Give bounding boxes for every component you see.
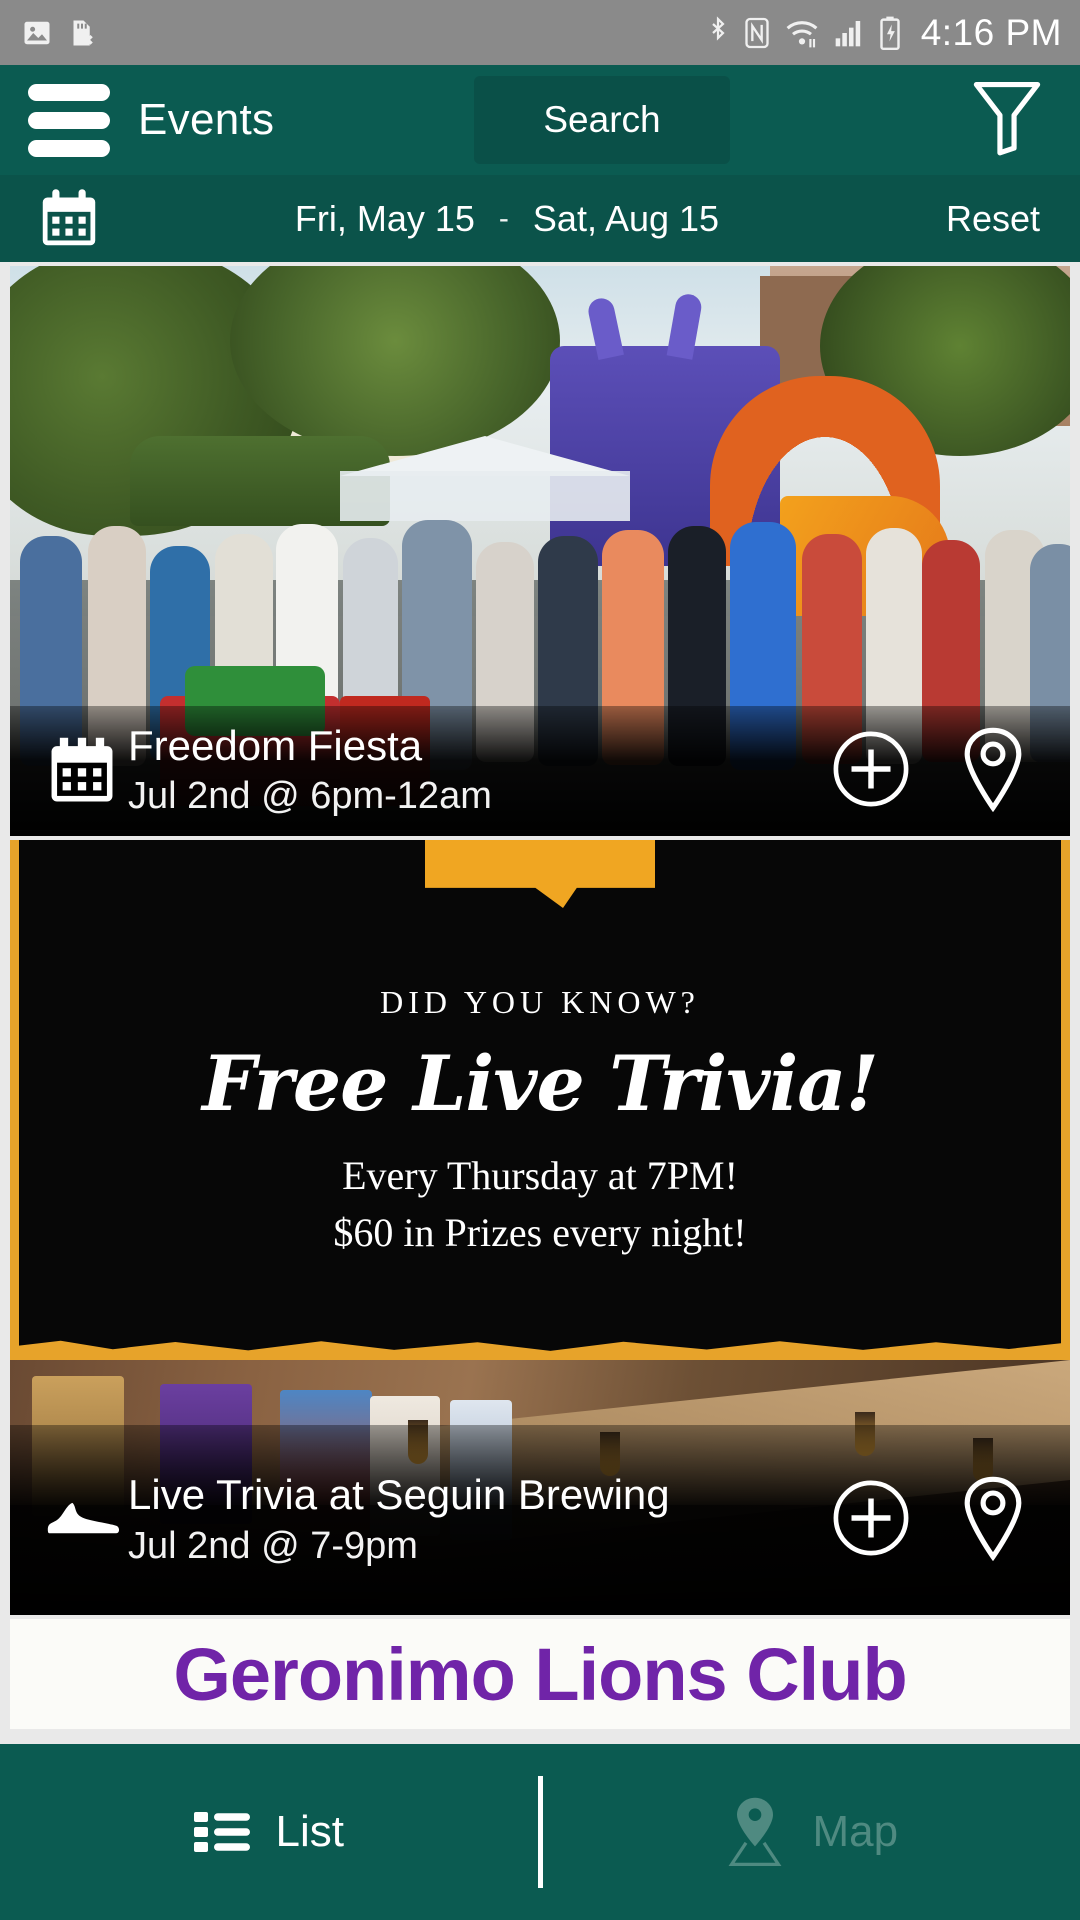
- start-date-label: Fri, May 15: [294, 197, 475, 239]
- cellular-signal-icon: [835, 20, 860, 46]
- event-photo-lions-club: Geronimo Lions Club: [10, 1619, 1070, 1729]
- poster-headline: Free Live Trivia!: [202, 1039, 879, 1128]
- event-card-geronimo-lions-club[interactable]: Geronimo Lions Club: [10, 1619, 1070, 1729]
- plus-circle-icon[interactable]: [832, 730, 910, 813]
- map-pin-icon: [729, 1797, 782, 1867]
- list-icon: [193, 1812, 250, 1852]
- wifi-icon: [786, 20, 818, 47]
- sneaker-icon: [36, 1496, 128, 1544]
- plus-circle-icon[interactable]: [832, 1479, 910, 1562]
- tab-list[interactable]: List: [0, 1744, 538, 1920]
- reset-button[interactable]: Reset: [946, 198, 1050, 240]
- event-text-block: Freedom Fiesta Jul 2nd @ 6pm-12am: [128, 721, 832, 821]
- map-pin-icon[interactable]: [954, 1475, 1032, 1566]
- poster-line-1: Every Thursday at 7PM!: [342, 1153, 738, 1198]
- event-actions: [832, 1475, 1044, 1566]
- status-bar-clock: 4:16 PM: [920, 11, 1062, 53]
- event-poster-trivia: DID YOU KNOW? Free Live Trivia! Every Th…: [10, 840, 1070, 1360]
- event-title: Freedom Fiesta: [128, 722, 423, 769]
- status-bar-right-icons: 4:16 PM: [706, 12, 1062, 54]
- end-date-label: Sat, Aug 15: [532, 197, 720, 239]
- nfc-icon: [745, 17, 769, 48]
- sd-card-removed-icon: [73, 20, 93, 45]
- date-separator: -: [498, 201, 509, 235]
- event-title: Live Trivia at Seguin Brewing: [128, 1471, 670, 1518]
- event-datetime: Jul 2nd @ 6pm-12am: [128, 775, 492, 817]
- date-range-bar[interactable]: Fri, May 15 - Sat, Aug 15 Reset: [0, 175, 1080, 262]
- event-datetime: Jul 2nd @ 7-9pm: [128, 1525, 418, 1567]
- lions-club-title: Geronimo Lions Club: [173, 1632, 907, 1716]
- poster-kicker: DID YOU KNOW?: [380, 984, 700, 1020]
- search-input[interactable]: Search: [474, 76, 730, 164]
- status-bar-left-icons: [22, 17, 96, 49]
- image-icon: [24, 21, 50, 44]
- app-header: Events Search: [0, 65, 1080, 175]
- event-actions: [832, 726, 1044, 817]
- event-card-live-trivia[interactable]: DID YOU KNOW? Free Live Trivia! Every Th…: [10, 840, 1070, 1615]
- date-range-value[interactable]: Fri, May 15 - Sat, Aug 15: [68, 198, 946, 240]
- hamburger-menu-icon[interactable]: [22, 83, 110, 157]
- battery-charging-icon: [879, 16, 900, 50]
- event-text-block: Live Trivia at Seguin Brewing Jul 2nd @ …: [128, 1469, 832, 1571]
- calendar-icon: [36, 734, 128, 808]
- map-pin-icon[interactable]: [954, 726, 1032, 817]
- bottom-tab-bar: List Map: [0, 1744, 1080, 1920]
- event-caption: Freedom Fiesta Jul 2nd @ 6pm-12am: [10, 706, 1070, 836]
- status-bar: 4:16 PM: [0, 0, 1080, 65]
- event-card-freedom-fiesta[interactable]: Freedom Fiesta Jul 2nd @ 6pm-12am: [10, 266, 1070, 836]
- tab-map-label: Map: [812, 1807, 899, 1856]
- events-list[interactable]: Freedom Fiesta Jul 2nd @ 6pm-12am DID YO…: [0, 262, 1080, 1744]
- search-placeholder-label: Search: [543, 99, 661, 140]
- poster-line-2: $60 in Prizes every night!: [333, 1210, 747, 1255]
- tab-map[interactable]: Map: [543, 1744, 1080, 1920]
- tab-list-label: List: [275, 1807, 344, 1856]
- page-title: Events: [138, 95, 275, 144]
- event-caption: Live Trivia at Seguin Brewing Jul 2nd @ …: [10, 1425, 1070, 1615]
- bluetooth-icon: [711, 15, 725, 41]
- funnel-filter-icon[interactable]: [970, 78, 1044, 163]
